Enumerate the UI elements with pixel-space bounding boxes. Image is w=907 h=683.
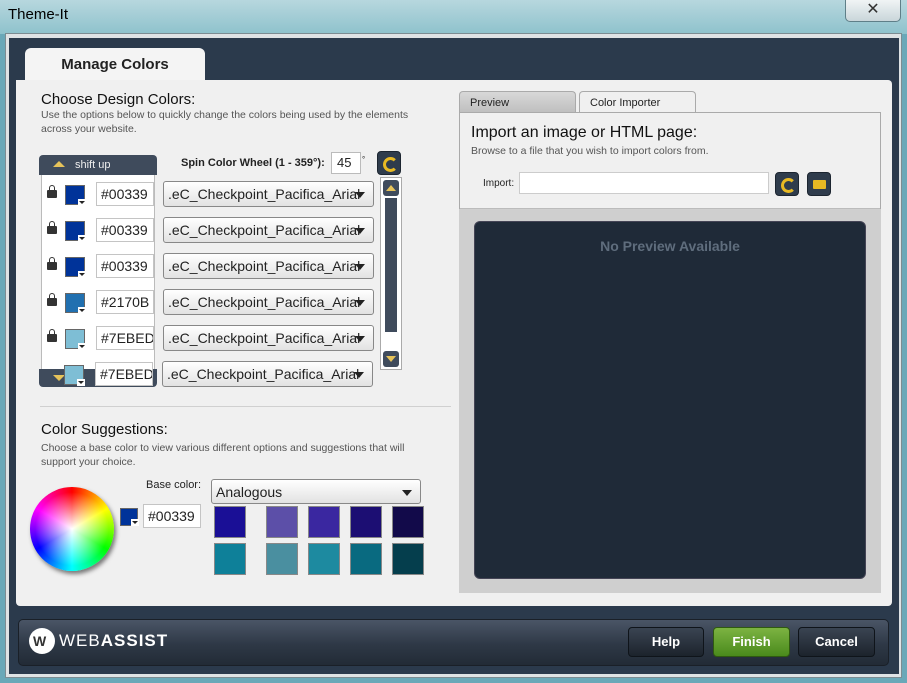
import-title: Import an image or HTML page: bbox=[471, 124, 698, 141]
suggestion-tile[interactable] bbox=[214, 543, 246, 575]
chevron-down-icon[interactable] bbox=[78, 343, 86, 350]
chevron-down-icon bbox=[354, 372, 364, 378]
element-select[interactable]: .eC_Checkpoint_Pacifica_Arial bbox=[162, 361, 373, 387]
element-select[interactable]: .eC_Checkpoint_Pacifica_Arial bbox=[163, 253, 374, 279]
element-select-value: .eC_Checkpoint_Pacifica_Arial bbox=[168, 330, 361, 346]
color-row: #7EBED .eC_Checkpoint_Pacifica_Arial bbox=[41, 359, 401, 389]
spin-degrees-input[interactable]: 45 bbox=[331, 152, 361, 174]
spin-refresh-button[interactable] bbox=[377, 151, 401, 175]
color-list: #00339 .eC_Checkpoint_Pacifica_Arial #00… bbox=[41, 175, 374, 371]
element-select-value: .eC_Checkpoint_Pacifica_Arial bbox=[168, 258, 361, 274]
spin-color-wheel-label: Spin Color Wheel (1 - 359°): bbox=[181, 157, 325, 169]
suggestion-tile[interactable] bbox=[266, 506, 298, 538]
triangle-up-icon bbox=[53, 161, 65, 168]
chevron-down-icon bbox=[355, 264, 365, 270]
element-select-value: .eC_Checkpoint_Pacifica_Arial bbox=[168, 186, 361, 202]
element-select-value: .eC_Checkpoint_Pacifica_Arial bbox=[168, 294, 361, 310]
window-titlebar: Theme-It bbox=[0, 0, 907, 34]
hex-input[interactable]: #7EBED bbox=[95, 362, 153, 386]
preview-box bbox=[474, 221, 866, 579]
import-refresh-button[interactable] bbox=[775, 172, 799, 196]
window-title: Theme-It bbox=[8, 6, 69, 23]
tab-preview[interactable]: Preview bbox=[459, 91, 576, 114]
suggestion-tile[interactable] bbox=[266, 543, 298, 575]
chevron-down-icon[interactable] bbox=[78, 235, 86, 242]
cancel-button[interactable]: Cancel bbox=[798, 627, 875, 657]
chevron-down-icon[interactable] bbox=[131, 519, 139, 526]
color-list-scrollbar[interactable] bbox=[380, 177, 402, 370]
shift-up-button[interactable]: shift up bbox=[39, 155, 157, 175]
scroll-up-icon[interactable] bbox=[383, 180, 399, 196]
color-row: #00339 .eC_Checkpoint_Pacifica_Arial bbox=[42, 179, 402, 209]
color-row: #7EBED .eC_Checkpoint_Pacifica_Arial bbox=[42, 323, 402, 353]
chevron-down-icon[interactable] bbox=[78, 271, 86, 278]
color-suggestions-title: Color Suggestions: bbox=[41, 421, 168, 438]
color-suggestions-desc-1: Choose a base color to view various diff… bbox=[41, 442, 405, 454]
lock-icon[interactable] bbox=[47, 185, 57, 198]
scheme-select-value: Analogous bbox=[216, 484, 283, 500]
design-colors-title: Choose Design Colors: bbox=[41, 91, 196, 108]
chevron-down-icon[interactable] bbox=[77, 379, 85, 386]
hex-input[interactable]: #00339 bbox=[96, 254, 154, 278]
scroll-down-icon[interactable] bbox=[383, 351, 399, 367]
degree-symbol: ° bbox=[362, 155, 366, 164]
color-row: #2170B .eC_Checkpoint_Pacifica_Arial bbox=[42, 287, 402, 317]
lock-icon[interactable] bbox=[47, 221, 57, 234]
chevron-down-icon bbox=[355, 228, 365, 234]
hex-input[interactable]: #7EBED bbox=[96, 326, 154, 350]
tab-manage-colors[interactable]: Manage Colors bbox=[25, 48, 205, 82]
suggestion-tile[interactable] bbox=[350, 506, 382, 538]
folder-icon[interactable] bbox=[807, 172, 831, 196]
close-icon[interactable]: ✕ bbox=[845, 0, 901, 22]
chevron-down-icon bbox=[355, 192, 365, 198]
design-colors-desc-2: across your website. bbox=[41, 123, 137, 135]
element-select[interactable]: .eC_Checkpoint_Pacifica_Arial bbox=[163, 181, 374, 207]
no-preview-text: No Preview Available bbox=[600, 238, 740, 254]
chevron-down-icon[interactable] bbox=[78, 199, 86, 206]
element-select-value: .eC_Checkpoint_Pacifica_Arial bbox=[167, 366, 360, 382]
hex-input[interactable]: #00339 bbox=[96, 182, 154, 206]
suggestion-tile[interactable] bbox=[214, 506, 246, 538]
lock-icon[interactable] bbox=[47, 293, 57, 306]
webassist-logo-text: WEBASSIST bbox=[59, 631, 168, 651]
chevron-down-icon bbox=[355, 336, 365, 342]
suggestion-tile[interactable] bbox=[392, 543, 424, 575]
element-select[interactable]: .eC_Checkpoint_Pacifica_Arial bbox=[163, 325, 374, 351]
scroll-thumb[interactable] bbox=[385, 198, 397, 332]
suggestion-tile[interactable] bbox=[392, 506, 424, 538]
element-select-value: .eC_Checkpoint_Pacifica_Arial bbox=[168, 222, 361, 238]
scheme-select[interactable]: Analogous bbox=[211, 479, 421, 504]
chevron-down-icon[interactable] bbox=[78, 307, 86, 314]
import-desc: Browse to a file that you wish to import… bbox=[471, 145, 709, 157]
base-color-label: Base color: bbox=[146, 479, 202, 491]
logo-assist: ASSIST bbox=[100, 631, 169, 650]
logo-web: WEB bbox=[59, 631, 101, 650]
lock-icon[interactable] bbox=[47, 329, 57, 342]
color-wheel[interactable] bbox=[30, 487, 114, 571]
design-colors-desc-1: Use the options below to quickly change … bbox=[41, 109, 409, 121]
suggestion-tile[interactable] bbox=[350, 543, 382, 575]
color-row: #00339 .eC_Checkpoint_Pacifica_Arial bbox=[42, 251, 402, 281]
base-hex-input[interactable]: #00339 bbox=[143, 504, 201, 528]
color-row: #00339 .eC_Checkpoint_Pacifica_Arial bbox=[42, 215, 402, 245]
suggestion-tile[interactable] bbox=[308, 506, 340, 538]
element-select[interactable]: .eC_Checkpoint_Pacifica_Arial bbox=[163, 217, 374, 243]
hex-input[interactable]: #2170B bbox=[96, 290, 154, 314]
hex-input[interactable]: #00339 bbox=[96, 218, 154, 242]
shift-up-label: shift up bbox=[75, 159, 111, 171]
tab-color-importer[interactable]: Color Importer bbox=[579, 91, 696, 114]
help-button[interactable]: Help bbox=[628, 627, 704, 657]
element-select[interactable]: .eC_Checkpoint_Pacifica_Arial bbox=[163, 289, 374, 315]
lock-icon[interactable] bbox=[47, 257, 57, 270]
import-label: Import: bbox=[483, 178, 515, 189]
section-divider bbox=[40, 406, 451, 407]
finish-button[interactable]: Finish bbox=[713, 627, 790, 657]
chevron-down-icon bbox=[402, 490, 412, 496]
webassist-logo-icon bbox=[29, 628, 55, 654]
suggestion-tile[interactable] bbox=[308, 543, 340, 575]
color-suggestions-desc-2: support your choice. bbox=[41, 456, 136, 468]
chevron-down-icon bbox=[355, 300, 365, 306]
import-file-input[interactable] bbox=[519, 172, 769, 194]
